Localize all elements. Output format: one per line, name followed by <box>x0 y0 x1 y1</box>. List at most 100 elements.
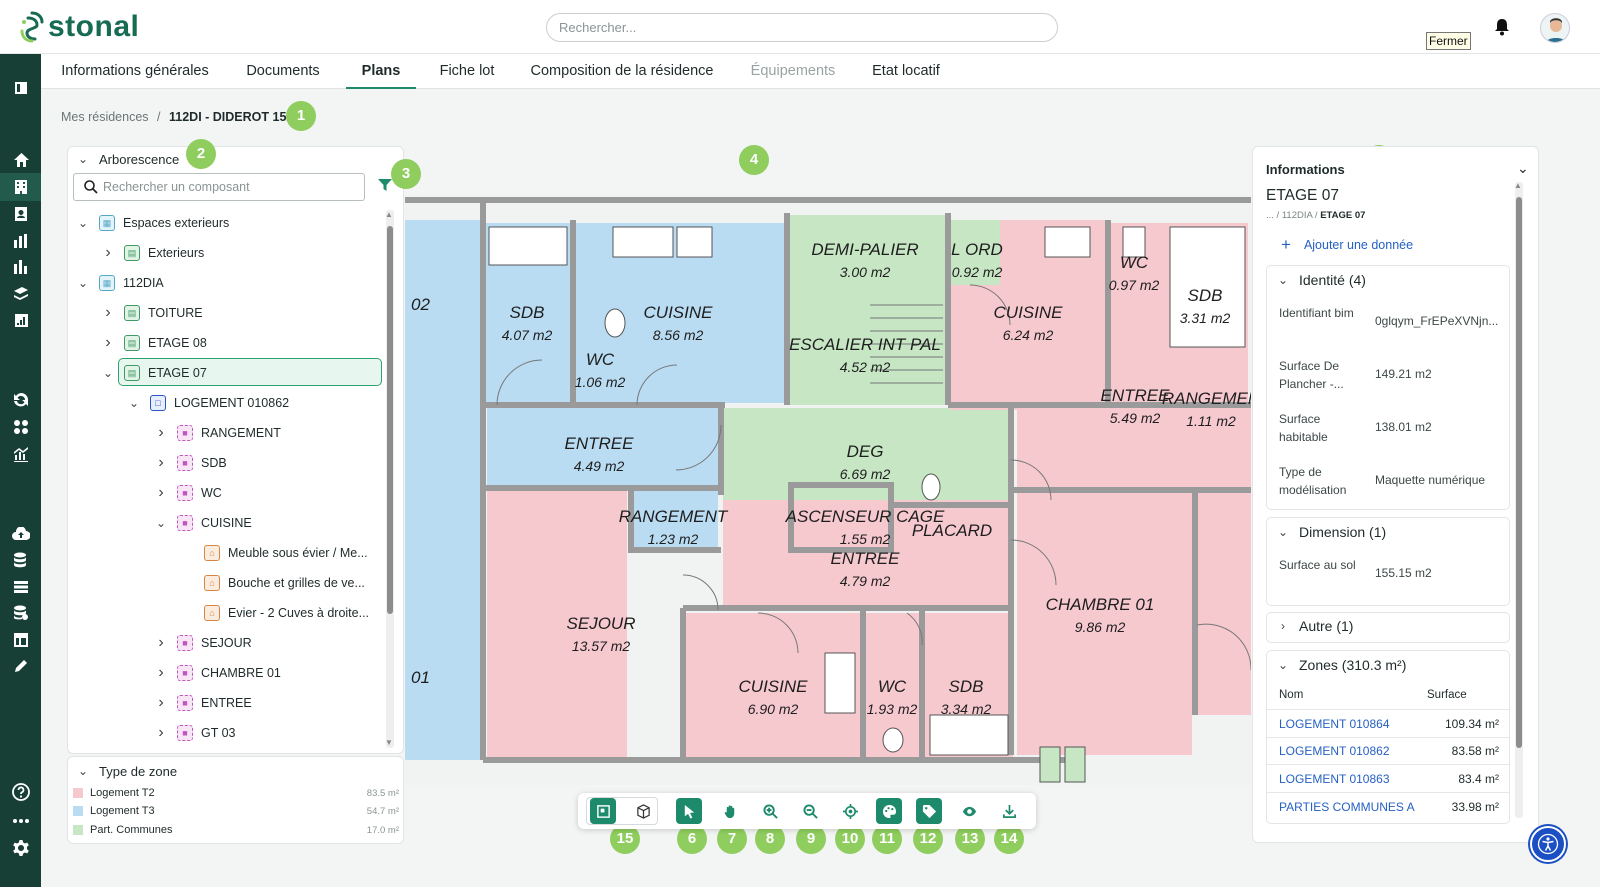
report-icon[interactable] <box>11 310 31 330</box>
more-dots-icon[interactable] <box>11 811 31 831</box>
building-icon[interactable] <box>11 177 31 197</box>
info-scrollbar-thumb[interactable] <box>1516 197 1522 748</box>
tab-fiche-lot[interactable]: Fiche lot <box>431 54 503 89</box>
other-card[interactable]: › Autre (1) <box>1266 612 1510 643</box>
chevron-right-icon[interactable]: › <box>153 694 169 711</box>
database-search-icon[interactable] <box>11 603 31 623</box>
analytics-icon[interactable] <box>11 444 31 464</box>
cloud-upload-icon[interactable] <box>11 524 31 544</box>
tree-item[interactable]: › ■ GT 03 <box>153 722 236 744</box>
zoom-in-icon[interactable] <box>757 798 783 824</box>
other-header[interactable]: › Autre (1) <box>1275 618 1353 634</box>
home-icon[interactable] <box>11 150 31 170</box>
user-avatar[interactable] <box>1540 13 1570 43</box>
zone-type-header[interactable]: ⌄ Type de zone <box>75 763 177 779</box>
tree-item[interactable]: › ▤ TOITURE <box>100 302 203 324</box>
chevron-right-icon[interactable]: › <box>153 664 169 681</box>
tree-item[interactable]: › ▤ Exterieurs <box>100 242 204 264</box>
chevron-down-icon[interactable]: ⌄ <box>75 275 91 291</box>
tag-icon[interactable] <box>916 798 942 824</box>
tree-search-input[interactable]: Rechercher un composant <box>73 173 365 201</box>
tree-item[interactable]: › ■ SDB <box>153 452 227 474</box>
chevron-right-icon[interactable]: › <box>100 304 116 321</box>
chevron-right-icon[interactable]: › <box>153 454 169 471</box>
tree-item[interactable]: › ■ ENTREE <box>153 692 252 714</box>
zone-link[interactable]: LOGEMENT 010863 <box>1279 772 1390 786</box>
zone-link[interactable]: LOGEMENT 010862 <box>1279 744 1390 758</box>
chevron-right-icon[interactable]: › <box>100 334 116 351</box>
eye-icon[interactable] <box>956 798 982 824</box>
chevron-down-icon[interactable]: ⌄ <box>153 515 169 531</box>
chevron-right-icon[interactable]: › <box>153 424 169 441</box>
pen-icon[interactable] <box>11 656 31 676</box>
notification-bell-icon[interactable] <box>1494 18 1510 41</box>
tree-item[interactable]: ⌄ ■ CUISINE <box>153 512 252 534</box>
tree-item[interactable]: ⌄ ▦ 112DIA <box>75 272 164 294</box>
floor-plan-canvas[interactable]: 02 SDB 4.07 m2 CUISINE 8.56 m2 WC 1.06 m2 DEMI-… <box>405 195 1251 785</box>
tree-item[interactable]: ⌂ Meuble sous évier / Me... <box>180 542 368 564</box>
tree-item[interactable]: ⌂ Bouche et grilles de ve... <box>180 572 365 594</box>
recenter-icon[interactable] <box>837 798 863 824</box>
filter-icon[interactable] <box>377 178 393 197</box>
tab-composition[interactable]: Composition de la résidence <box>523 54 721 89</box>
tree-item[interactable]: ⌄ ▤ ETAGE 07 <box>100 362 207 384</box>
scroll-down-icon[interactable]: ▼ <box>385 738 393 747</box>
tab-general-info[interactable]: Informations générales <box>56 54 214 89</box>
identity-header[interactable]: ⌄ Identité (4) <box>1275 272 1366 288</box>
tab-etat-locatif[interactable]: Etat locatif <box>867 54 945 89</box>
tree-item[interactable]: › ■ SEJOUR <box>153 632 252 654</box>
tree-scrollbar-thumb[interactable] <box>387 226 393 614</box>
chevron-right-icon[interactable]: › <box>153 634 169 651</box>
layers-icon[interactable] <box>11 284 31 304</box>
list-icon[interactable] <box>11 577 31 597</box>
zones-header[interactable]: ⌄ Zones (310.3 m²) <box>1275 657 1406 673</box>
stats-icon[interactable] <box>11 257 31 277</box>
download-icon[interactable] <box>996 798 1022 824</box>
info-path-prefix[interactable]: ... / 112DIA / <box>1266 210 1318 221</box>
tree-item[interactable]: › ■ RANGEMENT <box>153 422 281 444</box>
add-data-button[interactable]: + Ajouter une donnée <box>1281 235 1413 255</box>
chevron-down-icon[interactable]: ⌄ <box>75 215 91 231</box>
palette-icon[interactable] <box>876 798 902 824</box>
help-icon[interactable] <box>11 782 31 802</box>
scroll-up-icon[interactable]: ▲ <box>1514 181 1522 190</box>
bar-chart-icon[interactable] <box>11 231 31 251</box>
tree-item[interactable]: › ▤ ETAGE 08 <box>100 332 207 354</box>
zone-link[interactable]: PARTIES COMMUNES A <box>1279 800 1415 814</box>
settings-gear-icon[interactable] <box>11 838 31 858</box>
tree-header[interactable]: ⌄ Arborescence <box>75 151 179 167</box>
collapse-sidebar-icon[interactable] <box>11 78 31 98</box>
tab-equipements[interactable]: Équipements <box>747 54 839 89</box>
sync-icon[interactable] <box>11 390 31 410</box>
3d-view-icon[interactable] <box>630 798 656 824</box>
tree-item[interactable]: › ■ WC <box>153 482 222 504</box>
chevron-right-icon[interactable]: › <box>153 724 169 741</box>
breadcrumb-root[interactable]: Mes résidences <box>61 110 149 124</box>
contacts-icon[interactable] <box>11 204 31 224</box>
chevron-right-icon[interactable]: › <box>153 484 169 501</box>
tree-item[interactable]: ⌂ Evier - 2 Cuves à droite... <box>180 602 369 624</box>
tree-header-label: Arborescence <box>99 151 180 167</box>
scroll-up-icon[interactable]: ▲ <box>385 210 393 219</box>
dimension-header[interactable]: ⌄ Dimension (1) <box>1275 524 1386 540</box>
stonal-logo[interactable]: stonal <box>18 10 139 44</box>
apps-grid-icon[interactable] <box>11 417 31 437</box>
tree-item[interactable]: › ■ CHAMBRE 01 <box>153 662 281 684</box>
zone-link[interactable]: LOGEMENT 010864 <box>1279 717 1390 731</box>
tab-plans[interactable]: Plans <box>346 54 416 89</box>
chevron-right-icon[interactable]: › <box>100 244 116 261</box>
chevron-down-icon[interactable]: ⌄ <box>1517 160 1529 177</box>
2d-view-icon[interactable] <box>590 798 616 824</box>
zoom-out-icon[interactable] <box>797 798 823 824</box>
table-icon[interactable] <box>11 630 31 650</box>
chevron-down-icon[interactable]: ⌄ <box>126 395 142 411</box>
cursor-icon[interactable] <box>676 798 702 824</box>
tree-item[interactable]: ⌄ □ LOGEMENT 010862 <box>126 392 289 414</box>
global-search-input[interactable]: Rechercher... <box>546 13 1058 42</box>
chevron-down-icon[interactable]: ⌄ <box>100 365 116 381</box>
database-edit-icon[interactable] <box>11 550 31 570</box>
tab-documents[interactable]: Documents <box>241 54 325 89</box>
accessibility-icon[interactable] <box>1530 826 1566 862</box>
pan-hand-icon[interactable] <box>717 798 743 824</box>
tree-item[interactable]: ⌄ ▦ Espaces exterieurs <box>75 212 229 234</box>
